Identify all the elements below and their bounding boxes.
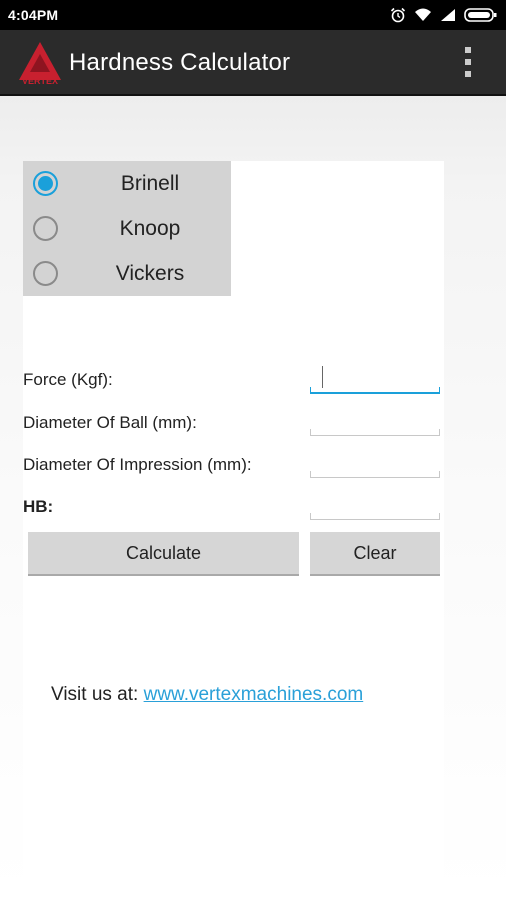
hardness-type-radio-group: Brinell Knoop Vickers — [23, 161, 231, 296]
overflow-menu-icon[interactable] — [458, 44, 478, 80]
force-input[interactable] — [310, 360, 440, 394]
radio-button-checked-icon[interactable] — [33, 171, 58, 196]
app-title: Hardness Calculator — [69, 49, 291, 76]
radio-label: Brinell — [120, 172, 180, 195]
visit-us-text: Visit us at: — [51, 684, 144, 705]
radio-button-icon[interactable] — [33, 216, 58, 241]
status-time: 4:04PM — [8, 7, 59, 23]
status-bar: 4:04PM — [0, 0, 506, 30]
text-caret — [322, 366, 323, 388]
clear-button[interactable]: Clear — [310, 532, 440, 576]
radio-label: Knoop — [119, 217, 181, 240]
radio-brinell[interactable]: Brinell — [23, 161, 231, 206]
vertex-logo-icon: VERTEX — [19, 42, 61, 86]
calculate-button[interactable]: Calculate — [28, 532, 299, 576]
ball-diameter-input[interactable] — [310, 402, 440, 436]
radio-button-icon[interactable] — [33, 261, 58, 286]
signal-icon — [441, 9, 455, 21]
action-bar: VERTEX Hardness Calculator — [0, 30, 506, 96]
alarm-icon — [390, 7, 406, 23]
logo-text: VERTEX — [22, 76, 58, 86]
impression-diameter-input[interactable] — [310, 444, 440, 478]
website-link[interactable]: www.vertexmachines.com — [144, 684, 364, 705]
visit-us-row: Visit us at: www.vertexmachines.com — [51, 684, 363, 706]
force-label: Force (Kgf): — [23, 370, 113, 389]
wifi-icon — [415, 8, 431, 21]
impression-diameter-label: Diameter Of Impression (mm): — [23, 455, 252, 474]
hb-result-label: HB: — [23, 497, 54, 516]
ball-diameter-label: Diameter Of Ball (mm): — [23, 413, 197, 432]
radio-vickers[interactable]: Vickers — [23, 251, 231, 296]
calculator-panel: Brinell Knoop Vickers Force (Kgf): Diame… — [23, 161, 444, 900]
status-icons — [390, 7, 498, 23]
battery-icon — [464, 8, 497, 22]
radio-label: Vickers — [115, 262, 185, 285]
hb-result-field — [310, 486, 440, 520]
radio-knoop[interactable]: Knoop — [23, 206, 231, 251]
